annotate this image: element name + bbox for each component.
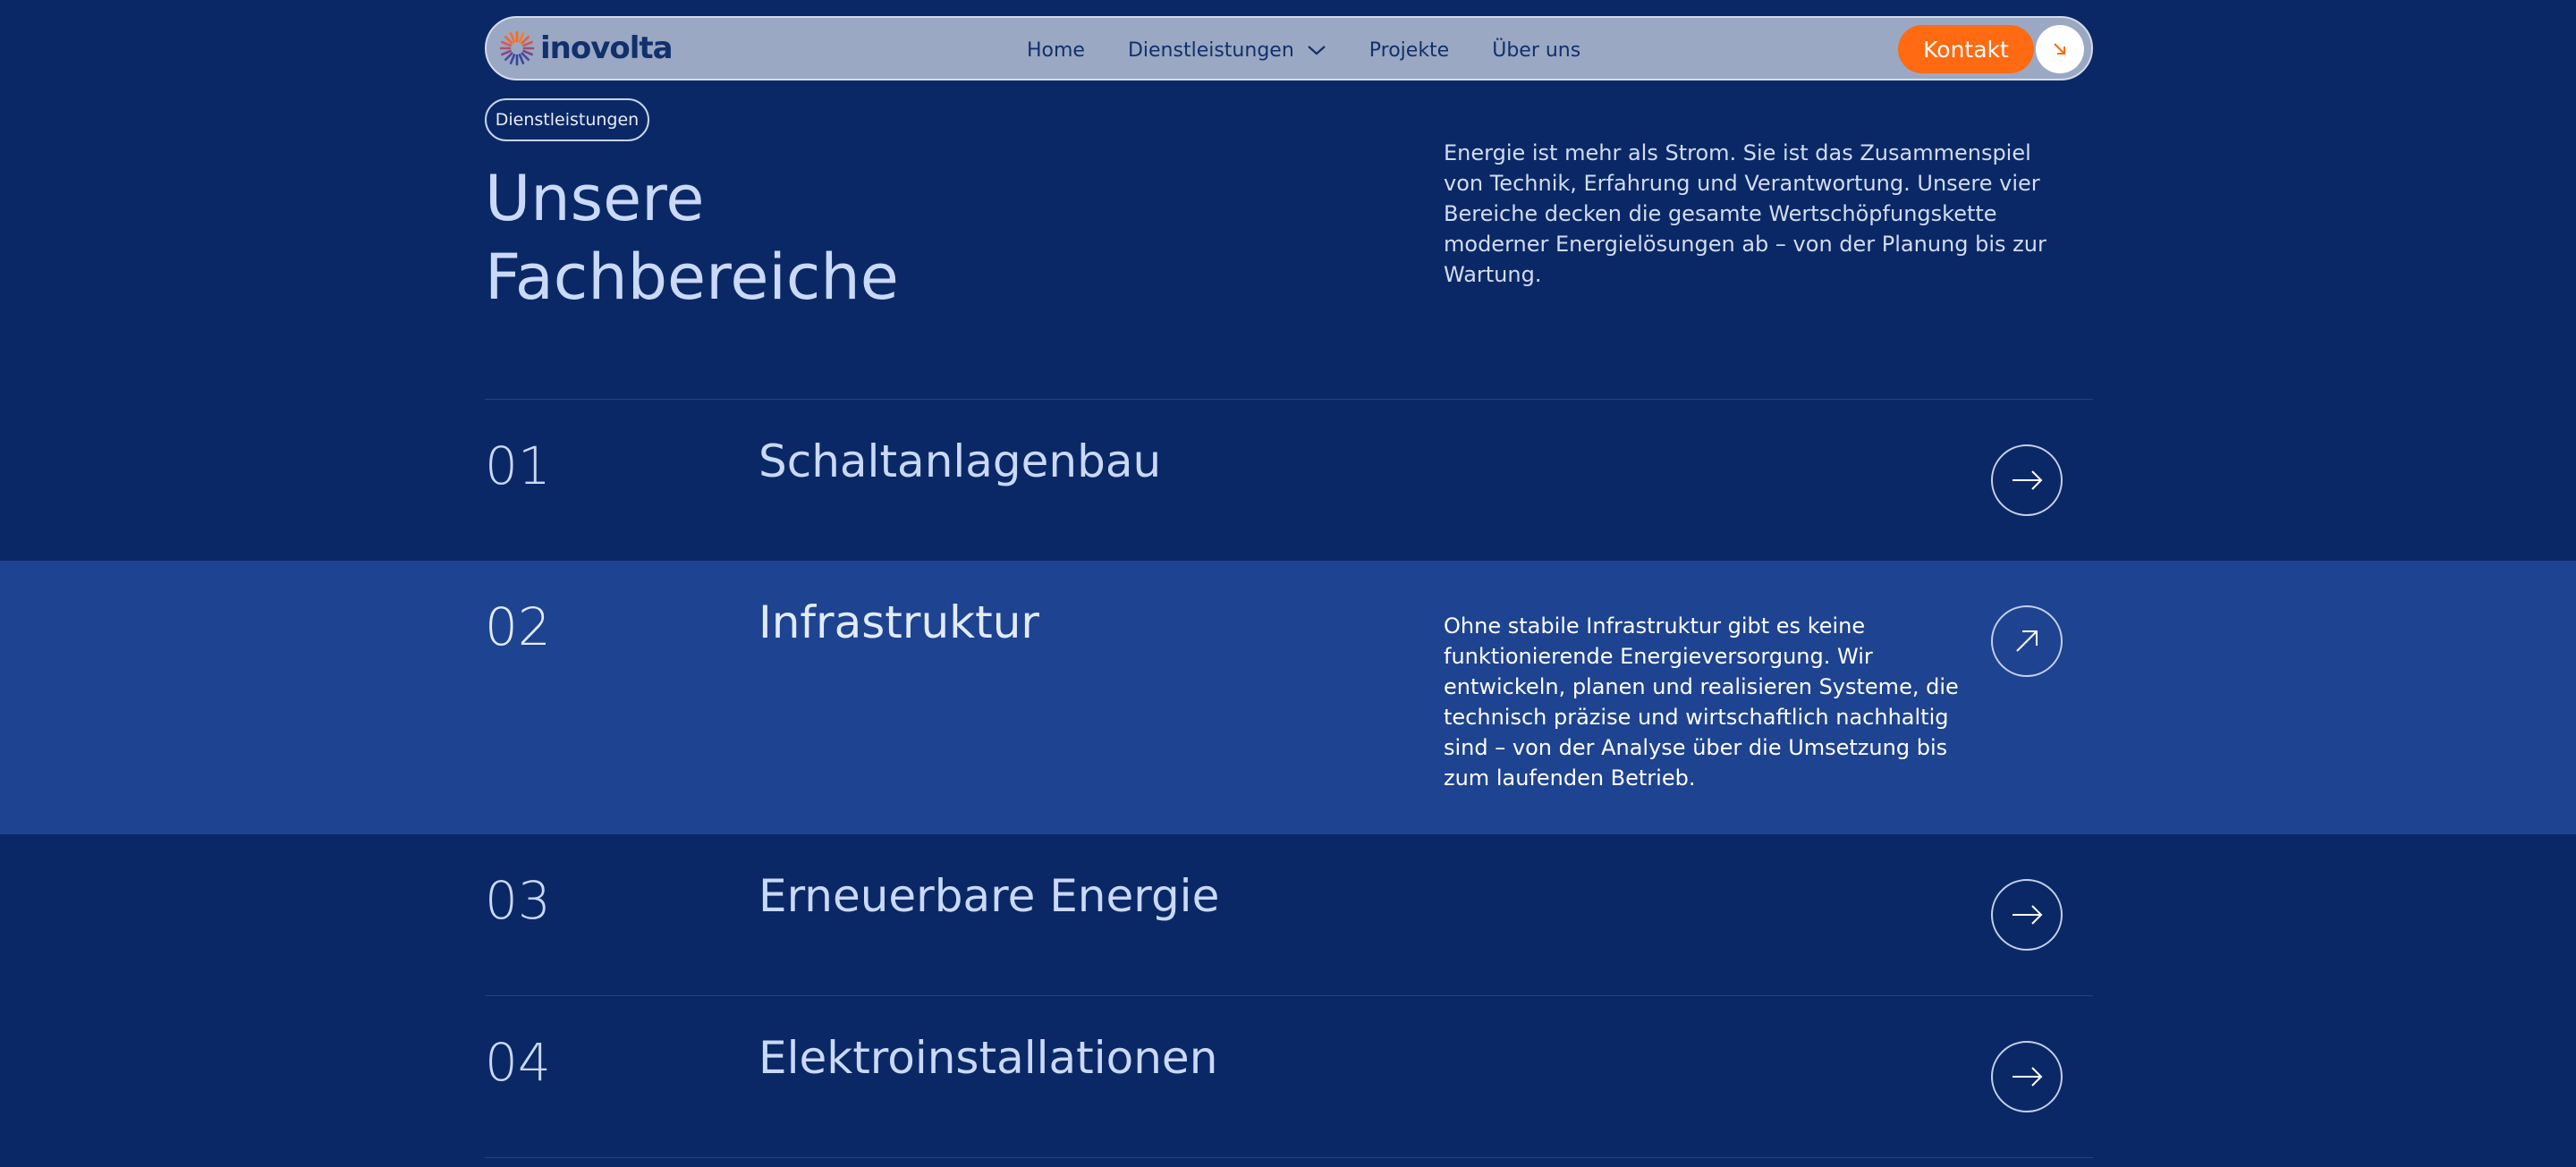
- logo[interactable]: inovolta: [499, 30, 674, 66]
- section-title-line: Unsere: [485, 162, 705, 235]
- nav-link-label: Dienstleistungen: [1127, 38, 1294, 62]
- logo-sun-icon: [499, 30, 535, 66]
- arrow-right-icon: [2012, 905, 2043, 925]
- arrow-up-right-icon: [2016, 630, 2038, 652]
- service-arrow-button[interactable]: [1991, 1041, 2063, 1112]
- arrow-right-icon: [2012, 470, 2043, 490]
- service-arrow-button[interactable]: [1991, 879, 2063, 951]
- service-arrow-button[interactable]: [1991, 444, 2063, 516]
- service-arrow-button[interactable]: [1991, 605, 2063, 677]
- arrow-right-icon: [2012, 1067, 2043, 1087]
- divider: [485, 1157, 2093, 1158]
- main-nav: Home Dienstleistungen Projekte Über uns: [1027, 18, 1580, 82]
- service-row-infrastruktur[interactable]: 02 Infrastruktur Ohne stabile Infrastruk…: [0, 561, 2576, 834]
- logo-text: inovolta: [540, 30, 674, 66]
- service-title: Elektroinstallationen: [758, 1032, 1218, 1084]
- service-title: Erneuerbare Energie: [758, 870, 1220, 922]
- chevron-down-icon: [1308, 46, 1326, 55]
- nav-link-ueber-uns[interactable]: Über uns: [1492, 39, 1580, 62]
- kontakt-button[interactable]: Kontakt: [1898, 25, 2034, 73]
- service-number: 03: [485, 870, 551, 931]
- service-title: Infrastruktur: [758, 596, 1039, 648]
- nav-link-projekte[interactable]: Projekte: [1369, 39, 1449, 62]
- service-number: 04: [485, 1032, 551, 1093]
- section-intro: Energie ist mehr als Strom. Sie ist das …: [1444, 140, 2046, 287]
- section-tag: Dienstleistungen: [485, 98, 649, 141]
- service-row-erneuerbare-energie[interactable]: 03 Erneuerbare Energie: [0, 834, 2576, 995]
- service-description: Ohne stabile Infrastruktur gibt es keine…: [1444, 613, 1959, 791]
- nav-link-label: Home: [1027, 38, 1085, 62]
- service-row-schaltanlagenbau[interactable]: 01 Schaltanlagenbau: [0, 400, 2576, 561]
- service-number: 02: [485, 596, 551, 657]
- nav-link-dienstleistungen[interactable]: Dienstleistungen: [1128, 39, 1326, 62]
- section-title-line: Fachbereiche: [485, 241, 899, 314]
- nav-link-label: Über uns: [1492, 38, 1581, 62]
- arrow-down-right-icon: [2054, 43, 2065, 55]
- service-title: Schaltanlagenbau: [758, 436, 1162, 487]
- nav-link-home[interactable]: Home: [1027, 39, 1085, 62]
- section-title: Unsere Fachbereiche: [485, 159, 1111, 317]
- nav-link-label: Projekte: [1368, 38, 1450, 62]
- top-navbar: inovolta Home Dienstleistungen Projekte …: [485, 16, 2093, 80]
- kontakt-arrow-button[interactable]: [2036, 25, 2084, 73]
- service-number: 01: [485, 436, 551, 496]
- service-row-elektroinstallationen[interactable]: 04 Elektroinstallationen: [0, 996, 2576, 1157]
